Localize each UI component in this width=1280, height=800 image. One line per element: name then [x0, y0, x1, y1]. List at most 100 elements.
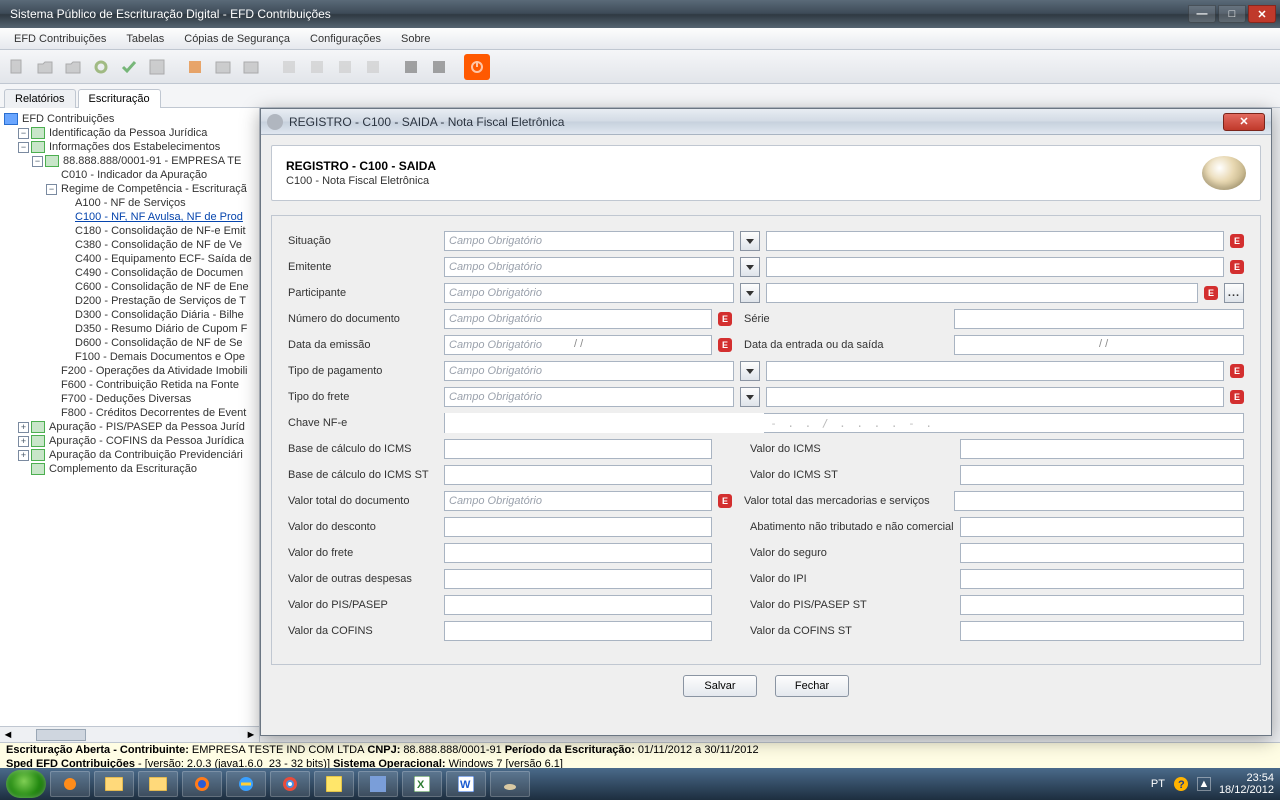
input-situacao[interactable]	[444, 231, 734, 251]
input-emitente-desc[interactable]	[766, 257, 1224, 277]
tree-item[interactable]: Apuração - PIS/PASEP da Pessoa Juríd	[47, 421, 245, 433]
tree-item[interactable]: F600 - Contribuição Retida na Fonte	[59, 379, 239, 391]
combo-tipo-pagamento[interactable]	[740, 361, 760, 381]
tree-item[interactable]: F100 - Demais Documentos e Ope	[73, 351, 245, 363]
combo-participante[interactable]	[740, 283, 760, 303]
input-tipo-frete[interactable]	[444, 387, 734, 407]
tool-open-icon[interactable]	[32, 54, 58, 80]
close-button[interactable]: ✕	[1248, 5, 1276, 23]
tool-check-icon[interactable]	[116, 54, 142, 80]
tree-item[interactable]: C010 - Indicador da Apuração	[59, 169, 207, 181]
tool-save2-icon[interactable]	[426, 54, 452, 80]
menu-sobre[interactable]: Sobre	[393, 31, 438, 47]
start-button[interactable]	[6, 770, 46, 798]
input-valor-ipi[interactable]	[960, 569, 1244, 589]
tree-item-selected[interactable]: C100 - NF, NF Avulsa, NF de Prod	[73, 211, 243, 223]
input-emitente[interactable]	[444, 257, 734, 277]
tool-delete-icon[interactable]	[182, 54, 208, 80]
task-notes-icon[interactable]	[314, 771, 354, 797]
menu-copias[interactable]: Cópias de Segurança	[176, 31, 298, 47]
tree-item[interactable]: Regime de Competência - Escrituraçã	[59, 183, 247, 195]
menu-efd[interactable]: EFD Contribuições	[6, 31, 114, 47]
input-valor-pis[interactable]	[444, 595, 712, 615]
tree-item[interactable]: C400 - Equipamento ECF- Saída de	[73, 253, 252, 265]
input-base-icms[interactable]	[444, 439, 712, 459]
task-word-icon[interactable]: W	[446, 771, 486, 797]
tree-item[interactable]: Apuração - COFINS da Pessoa Jurídica	[47, 435, 244, 447]
horizontal-scrollbar[interactable]: ◄ ►	[0, 726, 259, 742]
tree-item[interactable]: F800 - Créditos Decorrentes de Event	[59, 407, 246, 419]
tool-misc4-icon[interactable]	[360, 54, 386, 80]
input-serie[interactable]	[954, 309, 1244, 329]
tool-folder2-icon[interactable]	[238, 54, 264, 80]
tray-lang[interactable]: PT	[1151, 778, 1165, 790]
task-ie-icon[interactable]	[226, 771, 266, 797]
task-excel-icon[interactable]: X	[402, 771, 442, 797]
input-tipo-pagamento-desc[interactable]	[766, 361, 1224, 381]
input-valor-icms-st[interactable]	[960, 465, 1244, 485]
input-valor-frete[interactable]	[444, 543, 712, 563]
tree-item[interactable]: D600 - Consolidação de NF de Se	[73, 337, 243, 349]
tool-misc3-icon[interactable]	[332, 54, 358, 80]
tray-expand-icon[interactable]: ▲	[1197, 777, 1211, 791]
menu-tabelas[interactable]: Tabelas	[118, 31, 172, 47]
tool-import-icon[interactable]	[60, 54, 86, 80]
tool-tree-icon[interactable]	[144, 54, 170, 80]
combo-tipo-frete[interactable]	[740, 387, 760, 407]
tree-root[interactable]: EFD Contribuições	[20, 113, 114, 125]
tab-escrituracao[interactable]: Escrituração	[78, 89, 161, 108]
tree-item[interactable]: C180 - Consolidação de NF-e Emit	[73, 225, 246, 237]
input-valor-desconto[interactable]	[444, 517, 712, 537]
tree-item[interactable]: C600 - Consolidação de NF de Ene	[73, 281, 249, 293]
tool-save1-icon[interactable]	[398, 54, 424, 80]
task-mediaplayer-icon[interactable]	[50, 771, 90, 797]
tree-item[interactable]: Informações dos Estabelecimentos	[47, 141, 220, 153]
task-firefox-icon[interactable]	[182, 771, 222, 797]
input-valor-cofins-st[interactable]	[960, 621, 1244, 641]
tree-item[interactable]: D300 - Consolidação Diária - Bilhe	[73, 309, 244, 321]
tree-item[interactable]: F200 - Operações da Atividade Imobili	[59, 365, 248, 377]
input-participante-desc[interactable]	[766, 283, 1198, 303]
task-chrome-icon[interactable]	[270, 771, 310, 797]
input-numero[interactable]	[444, 309, 712, 329]
task-java-icon[interactable]	[490, 771, 530, 797]
input-abatimento[interactable]	[960, 517, 1244, 537]
combo-situacao[interactable]	[740, 231, 760, 251]
input-valor-icms[interactable]	[960, 439, 1244, 459]
input-tipo-pagamento[interactable]	[444, 361, 734, 381]
input-participante[interactable]	[444, 283, 734, 303]
task-explorer-icon[interactable]	[94, 771, 134, 797]
tool-gear-icon[interactable]	[88, 54, 114, 80]
tree-item[interactable]: A100 - NF de Serviços	[73, 197, 186, 209]
minimize-button[interactable]: —	[1188, 5, 1216, 23]
tree-item[interactable]: C490 - Consolidação de Documen	[73, 267, 243, 279]
input-valor-cofins[interactable]	[444, 621, 712, 641]
tab-relatorios[interactable]: Relatórios	[4, 89, 76, 108]
dialog-close-button[interactable]: ✕	[1223, 113, 1265, 131]
combo-emitente[interactable]	[740, 257, 760, 277]
input-valor-seguro[interactable]	[960, 543, 1244, 563]
tray-help-icon[interactable]: ?	[1173, 776, 1189, 792]
tree-item[interactable]: C380 - Consolidação de NF de Ve	[73, 239, 242, 251]
tree-item[interactable]: D350 - Resumo Diário de Cupom F	[73, 323, 247, 335]
input-valor-total-doc[interactable]	[444, 491, 712, 511]
maximize-button[interactable]: □	[1218, 5, 1246, 23]
input-valor-outras[interactable]	[444, 569, 712, 589]
tool-folder1-icon[interactable]	[210, 54, 236, 80]
tool-new-icon[interactable]	[4, 54, 30, 80]
input-tipo-frete-desc[interactable]	[766, 387, 1224, 407]
input-chave-nfe[interactable]	[445, 413, 764, 433]
input-situacao-desc[interactable]	[766, 231, 1224, 251]
menu-config[interactable]: Configurações	[302, 31, 389, 47]
tool-power-icon[interactable]	[464, 54, 490, 80]
tree-item[interactable]: Complemento da Escrituração	[47, 463, 197, 475]
lookup-participante-button[interactable]: ...	[1224, 283, 1244, 303]
input-base-icms-st[interactable]	[444, 465, 712, 485]
tree-item[interactable]: D200 - Prestação de Serviços de T	[73, 295, 246, 307]
task-explorer2-icon[interactable]	[138, 771, 178, 797]
tree-item[interactable]: Identificação da Pessoa Jurídica	[47, 127, 207, 139]
tree-item[interactable]: Apuração da Contribuição Previdenciári	[47, 449, 243, 461]
fechar-button[interactable]: Fechar	[775, 675, 849, 697]
task-app-icon[interactable]	[358, 771, 398, 797]
input-valor-pis-st[interactable]	[960, 595, 1244, 615]
